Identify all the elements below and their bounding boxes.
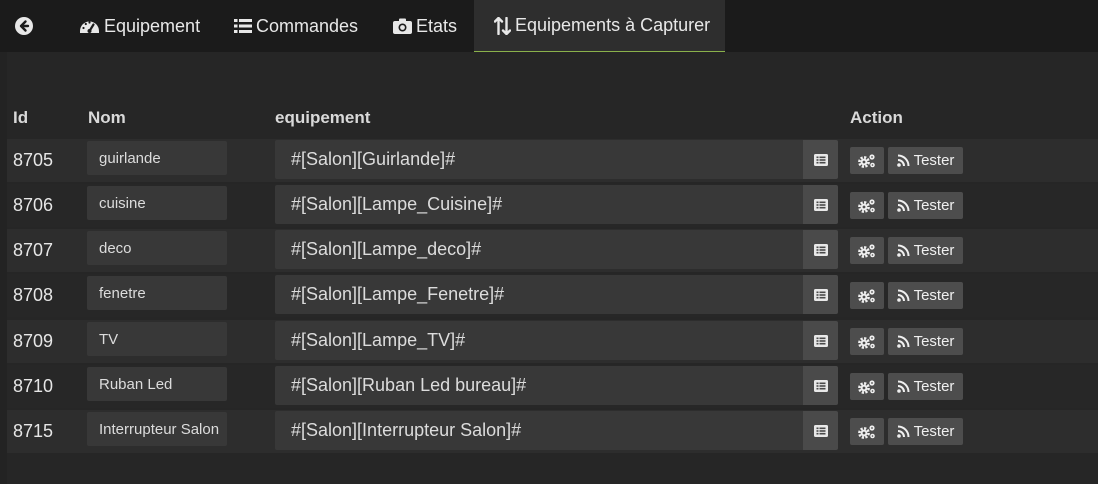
tester-label: Tester <box>913 423 955 440</box>
tester-label: Tester <box>913 378 955 395</box>
nom-input[interactable] <box>87 186 227 220</box>
configure-button[interactable] <box>850 328 884 355</box>
equipement-input[interactable]: #[Salon][Lampe_Cuisine]# <box>275 185 804 224</box>
equipement-input[interactable]: #[Salon][Guirlande]# <box>275 140 804 179</box>
rss-icon <box>896 199 910 212</box>
list-alt-icon <box>813 379 828 392</box>
tester-label: Tester <box>913 197 955 214</box>
row-id: 8710 <box>13 376 54 396</box>
select-equipement-button[interactable] <box>803 140 838 179</box>
tester-label: Tester <box>913 152 955 169</box>
tester-button[interactable]: Tester <box>888 237 963 264</box>
select-equipement-button[interactable] <box>803 411 838 450</box>
configure-button[interactable] <box>850 237 884 264</box>
cogs-icon <box>858 424 875 439</box>
dashboard-icon <box>79 17 100 35</box>
row-id: 8708 <box>13 285 54 305</box>
cogs-icon <box>858 243 875 258</box>
table-row: 8707 #[Salon][Lampe_deco]# <box>7 229 1098 272</box>
cogs-icon <box>858 198 875 213</box>
nom-input[interactable] <box>87 231 227 265</box>
equipement-input[interactable]: #[Salon][Lampe_TV]# <box>275 321 804 360</box>
row-id: 8705 <box>13 150 54 170</box>
tester-button[interactable]: Tester <box>888 328 963 355</box>
cogs-icon <box>858 379 875 394</box>
tab-label: Equipements à Capturer <box>515 15 711 35</box>
select-equipement-button[interactable] <box>803 185 838 224</box>
configure-button[interactable] <box>850 192 884 219</box>
list-alt-icon <box>813 334 828 347</box>
column-header-action: Action <box>850 108 903 127</box>
nom-input[interactable] <box>87 141 227 175</box>
rss-icon <box>896 380 910 393</box>
camera-icon <box>393 18 412 34</box>
nom-input[interactable] <box>87 276 227 310</box>
tester-button[interactable]: Tester <box>888 192 963 219</box>
list-alt-icon <box>813 288 828 301</box>
sort-arrows-icon <box>494 16 511 35</box>
tab-label: Commandes <box>256 15 359 36</box>
tester-button[interactable]: Tester <box>888 418 963 445</box>
tester-button[interactable]: Tester <box>888 373 963 400</box>
tab-back[interactable] <box>14 0 54 52</box>
equipement-input[interactable]: #[Salon][Lampe_Fenetre]# <box>275 275 804 314</box>
table-row: 8709 #[Salon][Lampe_TV]# <box>7 320 1098 363</box>
column-header-nom: Nom <box>88 108 126 127</box>
rss-icon <box>896 244 910 257</box>
list-alt-icon <box>813 243 828 256</box>
select-equipement-button[interactable] <box>803 275 838 314</box>
tester-label: Tester <box>913 287 955 304</box>
equipement-input[interactable]: #[Salon][Ruban Led bureau]# <box>275 366 804 405</box>
nom-input[interactable] <box>87 412 227 446</box>
list-alt-icon <box>813 153 828 166</box>
tester-label: Tester <box>913 242 955 259</box>
list-alt-icon <box>813 198 828 211</box>
equipement-input[interactable]: #[Salon][Lampe_deco]# <box>275 230 804 269</box>
tab-label: Equipement <box>104 15 201 36</box>
table-row: 8705 #[Salon][Guirlande]# <box>7 139 1098 182</box>
cogs-icon <box>858 334 875 349</box>
nom-input[interactable] <box>87 322 227 356</box>
rss-icon <box>896 289 910 302</box>
cogs-icon <box>858 153 875 168</box>
list-icon <box>234 18 252 34</box>
configure-button[interactable] <box>850 373 884 400</box>
tab-etats[interactable]: Etats <box>393 0 457 52</box>
select-equipement-button[interactable] <box>803 230 838 269</box>
row-id: 8707 <box>13 240 54 260</box>
select-equipement-button[interactable] <box>803 321 838 360</box>
configure-button[interactable] <box>850 282 884 309</box>
column-header-id: Id <box>13 108 29 127</box>
column-header-equipement: equipement <box>275 108 371 127</box>
tab-label: Etats <box>416 15 458 36</box>
tab-bar: Equipement Commandes Etats Equipements à… <box>0 0 1098 52</box>
nom-input[interactable] <box>87 367 227 401</box>
back-arrow-icon <box>14 16 34 36</box>
tab-commandes[interactable]: Commandes <box>234 0 358 52</box>
row-id: 8706 <box>13 195 54 215</box>
tab-equipements-a-capturer[interactable]: Equipements à Capturer <box>474 0 725 52</box>
list-alt-icon <box>813 424 828 437</box>
rss-icon <box>896 335 910 348</box>
cogs-icon <box>858 288 875 303</box>
table-row: 8710 #[Salon][Ruban Led bureau]# <box>7 365 1098 408</box>
tab-equipement[interactable]: Equipement <box>79 0 200 52</box>
rss-icon <box>896 425 910 438</box>
table-row: 8715 #[Salon][Interrupteur Salon]# <box>7 410 1098 453</box>
tester-label: Tester <box>913 333 955 350</box>
equipement-input[interactable]: #[Salon][Interrupteur Salon]# <box>275 411 804 450</box>
select-equipement-button[interactable] <box>803 366 838 405</box>
table-row: 8706 #[Salon][Lampe_Cuisine]# <box>7 184 1098 227</box>
configure-button[interactable] <box>850 147 884 174</box>
table-row: 8708 #[Salon][Lampe_Fenetre]# <box>7 274 1098 317</box>
row-id: 8709 <box>13 331 54 351</box>
configure-button[interactable] <box>850 418 884 445</box>
rss-icon <box>896 154 910 167</box>
tester-button[interactable]: Tester <box>888 282 963 309</box>
tester-button[interactable]: Tester <box>888 147 963 174</box>
row-id: 8715 <box>13 421 54 441</box>
